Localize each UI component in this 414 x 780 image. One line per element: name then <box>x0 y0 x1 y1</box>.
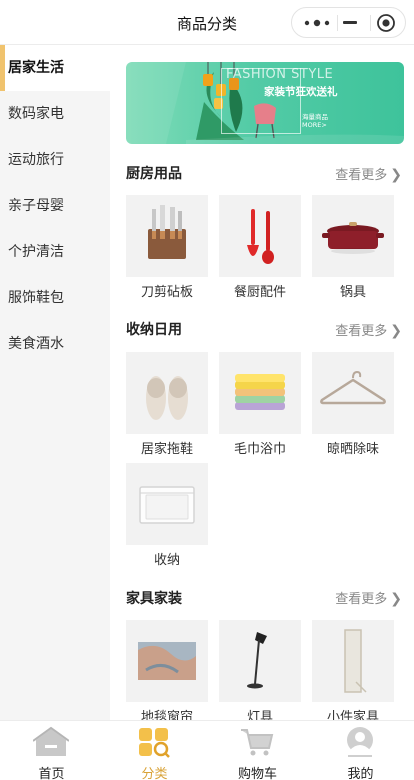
see-more-furniture[interactable]: 查看更多 ❯ <box>335 588 402 607</box>
sidebar-item-food-drinks[interactable]: 美食酒水 <box>0 321 110 367</box>
product-category-pots[interactable]: 锅具 <box>312 195 394 300</box>
product-label: 刀剪砧板 <box>140 285 193 300</box>
product-category-lamps[interactable]: 灯具 <box>219 620 301 720</box>
product-category-rugs[interactable]: 地毯窗帘 <box>126 620 208 720</box>
more-options-icon[interactable] <box>304 17 330 29</box>
chevron-right-icon: ❯ <box>390 591 402 607</box>
sidebar-item-sports-travel[interactable]: 运动旅行 <box>0 137 110 183</box>
product-label: 小件家具 <box>326 710 379 720</box>
product-label: 收纳 <box>153 553 180 568</box>
product-category-slippers[interactable]: 居家拖鞋 <box>126 352 208 457</box>
category-content: FASHION STYLE 家装节狂欢送礼 海量商品 MORE> 厨房用品 查看… <box>110 45 414 720</box>
banner-main-text: 家装节狂欢送礼 <box>264 86 338 98</box>
product-label: 毛巾浴巾 <box>233 442 286 457</box>
tab-home[interactable]: 首页 <box>0 721 103 780</box>
product-category-towels[interactable]: 毛巾浴巾 <box>219 352 301 457</box>
lamp-image <box>219 620 301 702</box>
see-more-kitchen[interactable]: 查看更多 ❯ <box>335 164 402 183</box>
sidebar-item-personal-care[interactable]: 个护清洁 <box>0 229 110 275</box>
product-label: 餐厨配件 <box>233 285 286 300</box>
category-icon <box>139 728 170 758</box>
towels-image <box>219 352 301 434</box>
category-page: 商品分类 居家生活 数码家电 运动旅行 亲子母婴 个护清洁 服饰鞋包 美食酒水 <box>0 0 414 780</box>
see-more-storage[interactable]: 查看更多 ❯ <box>335 320 402 339</box>
product-label: 灯具 <box>246 710 273 720</box>
slippers-image <box>126 352 208 434</box>
knives-image <box>126 195 208 277</box>
close-program-icon[interactable] <box>376 13 396 33</box>
section-title-kitchen: 厨房用品 <box>126 166 182 182</box>
banner-sub-text: 海量商品 <box>302 113 328 121</box>
tab-profile[interactable]: 我的 <box>309 721 412 780</box>
tab-cart[interactable]: 购物车 <box>206 721 309 780</box>
navigation-bar: 商品分类 <box>0 0 414 45</box>
home-icon <box>33 726 69 756</box>
minimize-icon[interactable] <box>343 21 357 24</box>
cart-icon <box>241 729 274 756</box>
chevron-right-icon: ❯ <box>390 167 402 183</box>
product-category-utensils[interactable]: 餐厨配件 <box>219 195 301 300</box>
sidebar-item-home-living[interactable]: 居家生活 <box>0 45 110 91</box>
product-label: 晾晒除味 <box>326 442 379 457</box>
product-label: 地毯窗帘 <box>140 710 193 720</box>
chevron-right-icon: ❯ <box>390 323 402 339</box>
sidebar-item-digital[interactable]: 数码家电 <box>0 91 110 137</box>
storage-box-image <box>126 463 208 545</box>
hanger-image <box>312 352 394 434</box>
rug-image <box>126 620 208 702</box>
tab-category[interactable]: 分类 <box>103 721 206 780</box>
product-label: 居家拖鞋 <box>140 442 193 457</box>
product-category-knives[interactable]: 刀剪砧板 <box>126 195 208 300</box>
promo-banner[interactable]: FASHION STYLE 家装节狂欢送礼 海量商品 MORE> <box>126 62 404 144</box>
sidebar-item-apparel[interactable]: 服饰鞋包 <box>0 275 110 321</box>
mirror-image <box>312 620 394 702</box>
capsule-divider <box>370 15 371 31</box>
pot-image <box>312 195 394 277</box>
product-category-small-furniture[interactable]: 小件家具 <box>312 620 394 720</box>
banner-headline: FASHION STYLE <box>226 67 334 82</box>
product-label: 锅具 <box>339 285 366 300</box>
product-category-drying[interactable]: 晾晒除味 <box>312 352 394 457</box>
sidebar-item-parent-child[interactable]: 亲子母婴 <box>0 183 110 229</box>
bottom-tab-bar: 首页 分类 购物车 我的 <box>0 720 414 780</box>
category-sidebar: 居家生活 数码家电 运动旅行 亲子母婴 个护清洁 服饰鞋包 美食酒水 <box>0 45 110 720</box>
banner-more-link: MORE> <box>302 121 327 129</box>
section-title-furniture: 家具家装 <box>126 591 182 607</box>
mini-program-capsule <box>291 7 406 38</box>
utensils-image <box>219 195 301 277</box>
profile-icon <box>347 727 373 757</box>
section-title-storage: 收纳日用 <box>126 322 182 338</box>
product-category-storage[interactable]: 收纳 <box>126 463 208 568</box>
capsule-divider <box>337 15 338 31</box>
